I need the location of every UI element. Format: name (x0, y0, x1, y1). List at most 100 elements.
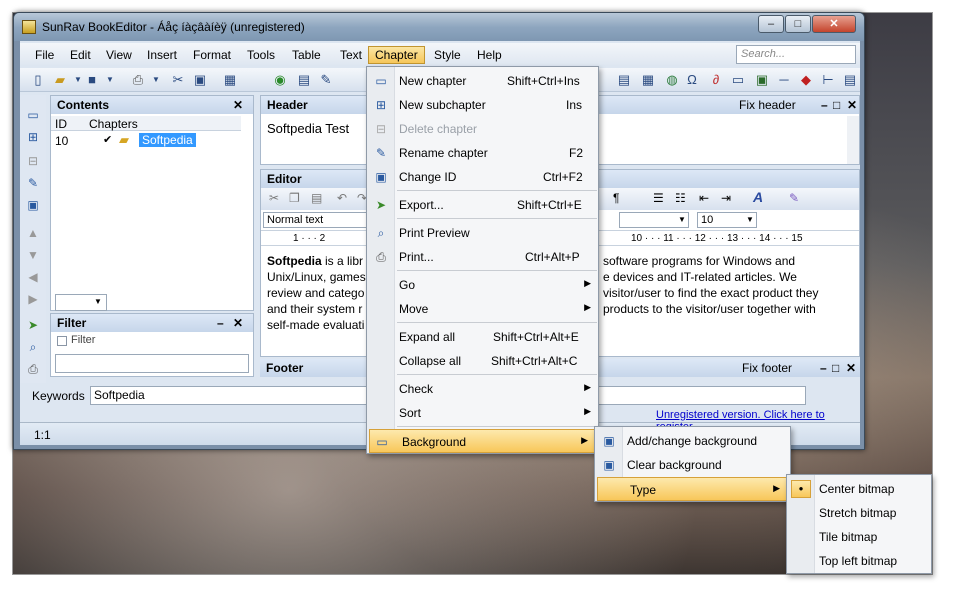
change-id-icon[interactable]: ▣ (25, 197, 41, 213)
tree-item-label[interactable]: Softpedia (139, 133, 196, 147)
menu-item-print[interactable]: ⎙ Print... Ctrl+Alt+P (367, 245, 598, 269)
menu-item-top-left-bitmap[interactable]: Top left bitmap (787, 549, 931, 573)
filter-checkbox[interactable] (57, 336, 67, 346)
folder-icon[interactable]: ▭ (25, 107, 41, 123)
header-text[interactable]: Softpedia Test (267, 121, 349, 136)
search-input[interactable]: Search... (736, 45, 856, 64)
column-id[interactable]: ID (55, 117, 67, 131)
numbered-list-icon[interactable]: ☷ (675, 191, 686, 205)
menu-text[interactable]: Text (333, 46, 369, 64)
rename-icon[interactable]: ✎ (25, 175, 41, 191)
print-icon[interactable]: ⎙ (25, 361, 41, 377)
menu-format[interactable]: Format (186, 46, 238, 64)
title-bar[interactable]: SunRav BookEditor - Áåç íàçâàíèÿ (unregi… (14, 13, 864, 41)
link-icon[interactable]: ∂ (708, 72, 724, 88)
menu-item-add-background[interactable]: ▣ Add/change background (595, 429, 790, 453)
menu-item-background[interactable]: ▭ Background ▶ (369, 429, 596, 453)
omega-icon[interactable]: Ω (684, 72, 700, 88)
menu-item-expand-all[interactable]: Expand all Shift+Ctrl+Alt+E (367, 325, 598, 349)
menu-style[interactable]: Style (427, 46, 468, 64)
menu-item-type[interactable]: Type ▶ (597, 477, 788, 501)
menu-item-change-id[interactable]: ▣ Change ID Ctrl+F2 (367, 165, 598, 189)
menu-table[interactable]: Table (285, 46, 328, 64)
close-button[interactable]: ✕ (812, 15, 856, 33)
open-folder-icon[interactable]: ▰ (52, 72, 68, 88)
outdent-icon[interactable]: ⇤ (699, 191, 709, 205)
move-up-icon[interactable]: ▲ (25, 225, 41, 241)
menu-tools[interactable]: Tools (240, 46, 282, 64)
menu-view[interactable]: View (99, 46, 139, 64)
paragraph-icon[interactable]: ¶ (613, 191, 619, 205)
globe-icon[interactable]: ◍ (664, 72, 680, 88)
export-icon[interactable]: ➤ (25, 317, 41, 333)
minimize-button[interactable]: – (758, 15, 784, 33)
highlight-icon[interactable]: ✎ (789, 191, 799, 205)
menu-help[interactable]: Help (470, 46, 509, 64)
style-select[interactable]: Normal text (263, 212, 383, 228)
font-select[interactable]: ▼ (619, 212, 689, 228)
menu-item-check[interactable]: Check ▶ (367, 377, 598, 401)
menu-item-collapse-all[interactable]: Collapse all Shift+Ctrl+Alt+C (367, 349, 598, 373)
shapes-icon[interactable]: ◆ (798, 72, 814, 88)
menu-item-delete-chapter[interactable]: ⊟ Delete chapter (367, 117, 598, 141)
checkbox-checked-icon[interactable]: ✔ (103, 133, 112, 146)
new-document-icon[interactable]: ▯ (30, 72, 46, 88)
minimize-icon[interactable]: – (217, 316, 224, 330)
split-icon[interactable]: ⊢ (820, 72, 836, 88)
save-dropdown-icon[interactable]: ▼ (102, 72, 118, 88)
font-size-select[interactable]: 10 ▼ (697, 212, 757, 228)
menu-item-clear-background[interactable]: ▣ Clear background (595, 453, 790, 477)
cut-icon[interactable]: ✂ (269, 191, 279, 205)
column-chapters[interactable]: Chapters (89, 117, 138, 131)
menu-item-tile-bitmap[interactable]: Tile bitmap (787, 525, 931, 549)
save-icon[interactable]: ■ (84, 72, 100, 88)
picture-icon[interactable]: ▣ (754, 72, 770, 88)
move-right-icon[interactable]: ▶ (25, 291, 41, 307)
menu-item-new-subchapter[interactable]: ⊞ New subchapter Ins (367, 93, 598, 117)
minimize-icon[interactable]: – (821, 98, 828, 112)
menu-item-export[interactable]: ➤ Export... Shift+Ctrl+E (367, 193, 598, 217)
book-icon[interactable]: ▤ (296, 72, 312, 88)
fix-header-label[interactable]: Fix header (739, 98, 796, 112)
print-dropdown-icon[interactable]: ▼ (148, 72, 164, 88)
maximize-button[interactable]: □ (785, 15, 811, 33)
line-icon[interactable]: ─ (776, 72, 792, 88)
move-down-icon[interactable]: ▼ (25, 247, 41, 263)
close-icon[interactable]: ✕ (233, 316, 243, 330)
move-left-icon[interactable]: ◀ (25, 269, 41, 285)
menu-edit[interactable]: Edit (63, 46, 98, 64)
paste-icon[interactable]: ▤ (311, 191, 322, 205)
print-icon[interactable]: ⎙ (130, 72, 146, 88)
menu-item-print-preview[interactable]: ⌕ Print Preview (367, 221, 598, 245)
contents-combo[interactable]: ▼ (55, 294, 107, 311)
indent-icon[interactable]: ⇥ (721, 191, 731, 205)
delete-chapter-icon[interactable]: ⊟ (25, 153, 41, 169)
header-scrollbar[interactable] (847, 116, 859, 164)
font-color-icon[interactable]: A (753, 189, 763, 205)
close-icon[interactable]: ✕ (847, 98, 857, 112)
list-icon[interactable]: ☰ (653, 191, 664, 205)
image-icon[interactable]: ▣ (192, 72, 208, 88)
menu-item-rename-chapter[interactable]: ✎ Rename chapter F2 (367, 141, 598, 165)
go-icon[interactable]: ◉ (272, 72, 288, 88)
menu-item-sort[interactable]: Sort ▶ (367, 401, 598, 425)
undo-icon[interactable]: ↶ (337, 191, 347, 205)
subchapter-icon[interactable]: ⊞ (25, 129, 41, 145)
print-preview-icon[interactable]: ⌕ (25, 339, 41, 355)
menu-item-new-chapter[interactable]: ▭ New chapter Shift+Ctrl+Ins (367, 69, 598, 93)
minimize-icon[interactable]: – (820, 361, 827, 375)
close-icon[interactable]: ✕ (233, 98, 243, 112)
menu-file[interactable]: File (28, 46, 61, 64)
edit-icon[interactable]: ✎ (318, 72, 334, 88)
frame-icon[interactable]: ▭ (730, 72, 746, 88)
filter-input[interactable] (55, 354, 249, 373)
page-icon[interactable]: ▤ (616, 72, 632, 88)
tree-row[interactable]: 10 ✔ ▰ Softpedia (51, 132, 251, 149)
menu-insert[interactable]: Insert (140, 46, 184, 64)
maximize-icon[interactable]: □ (833, 98, 840, 112)
notes-icon[interactable]: ▤ (842, 72, 858, 88)
menu-item-go[interactable]: Go ▶ (367, 273, 598, 297)
fix-footer-label[interactable]: Fix footer (742, 361, 792, 375)
layout-icon[interactable]: ▦ (222, 72, 238, 88)
menu-item-center-bitmap[interactable]: ● Center bitmap (787, 477, 931, 501)
